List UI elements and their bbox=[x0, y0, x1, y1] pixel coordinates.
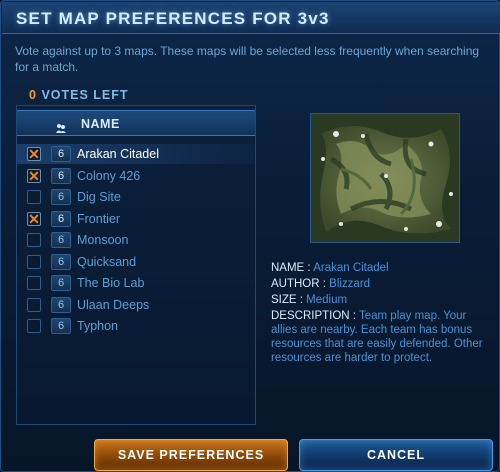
map-row-colony-426[interactable]: ✕ 6 Colony 426 bbox=[17, 166, 255, 186]
map-name: Ulaan Deeps bbox=[77, 297, 150, 312]
votes-left-indicator: 0 VOTES LEFT bbox=[29, 88, 129, 102]
map-name: Quicksand bbox=[77, 254, 137, 269]
detail-description-row: DESCRIPTION : Team play map. Your allies… bbox=[271, 309, 487, 365]
column-header-name[interactable]: NAME bbox=[81, 117, 120, 131]
detail-name-value: Arakan Citadel bbox=[313, 262, 389, 274]
map-list: NAME ✕ 6 Arakan Citadel ✕ 6 Colony 426 6… bbox=[16, 105, 256, 425]
map-preview-image bbox=[310, 113, 460, 243]
detail-size-label: SIZE : bbox=[271, 294, 303, 306]
detail-author-label: AUTHOR : bbox=[271, 278, 326, 290]
map-row-arakan-citadel[interactable]: ✕ 6 Arakan Citadel bbox=[17, 144, 255, 164]
map-row-ulaan-deeps[interactable]: 6 Ulaan Deeps bbox=[17, 295, 255, 315]
detail-size-value: Medium bbox=[306, 294, 348, 306]
veto-checkbox[interactable] bbox=[27, 190, 41, 204]
player-count-badge: 6 bbox=[51, 253, 71, 270]
veto-checkbox[interactable]: ✕ bbox=[27, 146, 41, 162]
player-count-badge: 6 bbox=[51, 210, 71, 227]
map-row-typhon[interactable]: 6 Typhon bbox=[17, 316, 255, 336]
player-count-badge: 6 bbox=[51, 146, 71, 162]
map-preferences-dialog: SET MAP PREFERENCES FOR 3v3 Vote against… bbox=[0, 0, 500, 472]
map-name: The Bio Lab bbox=[77, 276, 145, 290]
veto-checkbox[interactable] bbox=[27, 297, 41, 312]
veto-checkbox[interactable]: ✕ bbox=[27, 167, 41, 184]
map-row-the-bio-lab[interactable]: 6 The Bio Lab bbox=[17, 273, 255, 293]
player-count-badge: 6 bbox=[51, 275, 71, 291]
map-name: Typhon bbox=[77, 319, 119, 333]
veto-x-icon: ✕ bbox=[28, 146, 40, 162]
detail-name-row: NAME : Arakan Citadel bbox=[271, 261, 491, 275]
map-name: Monsoon bbox=[77, 233, 129, 247]
veto-checkbox[interactable] bbox=[27, 254, 41, 269]
veto-x-icon: ✕ bbox=[28, 210, 40, 227]
map-name: Frontier bbox=[77, 211, 121, 226]
map-name: Colony 426 bbox=[77, 168, 141, 183]
veto-checkbox[interactable] bbox=[27, 276, 41, 290]
map-row-monsoon[interactable]: 6 Monsoon bbox=[17, 230, 255, 250]
votes-left-label: VOTES LEFT bbox=[41, 88, 129, 102]
player-count-badge: 6 bbox=[51, 189, 71, 205]
map-name: Dig Site bbox=[77, 190, 121, 204]
dialog-header: SET MAP PREFERENCES FOR 3v3 bbox=[2, 2, 500, 34]
map-name: Arakan Citadel bbox=[77, 147, 159, 161]
player-count-badge: 6 bbox=[51, 296, 71, 313]
veto-x-icon: ✕ bbox=[28, 167, 40, 184]
cancel-button[interactable]: CANCEL bbox=[299, 439, 493, 471]
dialog-description: Vote against up to 3 maps. These maps wi… bbox=[15, 44, 480, 74]
detail-name-label: NAME : bbox=[271, 262, 311, 274]
players-icon bbox=[56, 120, 66, 133]
map-row-frontier[interactable]: ✕ 6 Frontier bbox=[17, 209, 255, 229]
veto-checkbox[interactable] bbox=[27, 319, 41, 333]
veto-checkbox[interactable] bbox=[27, 233, 41, 247]
save-preferences-button[interactable]: SAVE PREFERENCES bbox=[94, 439, 288, 471]
dialog-title: SET MAP PREFERENCES FOR 3v3 bbox=[16, 9, 330, 28]
detail-author-value: Blizzard bbox=[329, 278, 371, 290]
detail-author-row: AUTHOR : Blizzard bbox=[271, 277, 491, 291]
detail-size-row: SIZE : Medium bbox=[271, 293, 491, 307]
votes-left-count: 0 bbox=[29, 88, 37, 102]
veto-checkbox[interactable]: ✕ bbox=[27, 210, 41, 227]
player-count-badge: 6 bbox=[51, 318, 71, 334]
detail-description-label: DESCRIPTION : bbox=[271, 310, 356, 322]
map-list-header: NAME bbox=[17, 110, 255, 136]
map-row-dig-site[interactable]: 6 Dig Site bbox=[17, 187, 255, 207]
player-count-badge: 6 bbox=[51, 167, 71, 184]
map-row-quicksand[interactable]: 6 Quicksand bbox=[17, 252, 255, 272]
player-count-badge: 6 bbox=[51, 232, 71, 248]
